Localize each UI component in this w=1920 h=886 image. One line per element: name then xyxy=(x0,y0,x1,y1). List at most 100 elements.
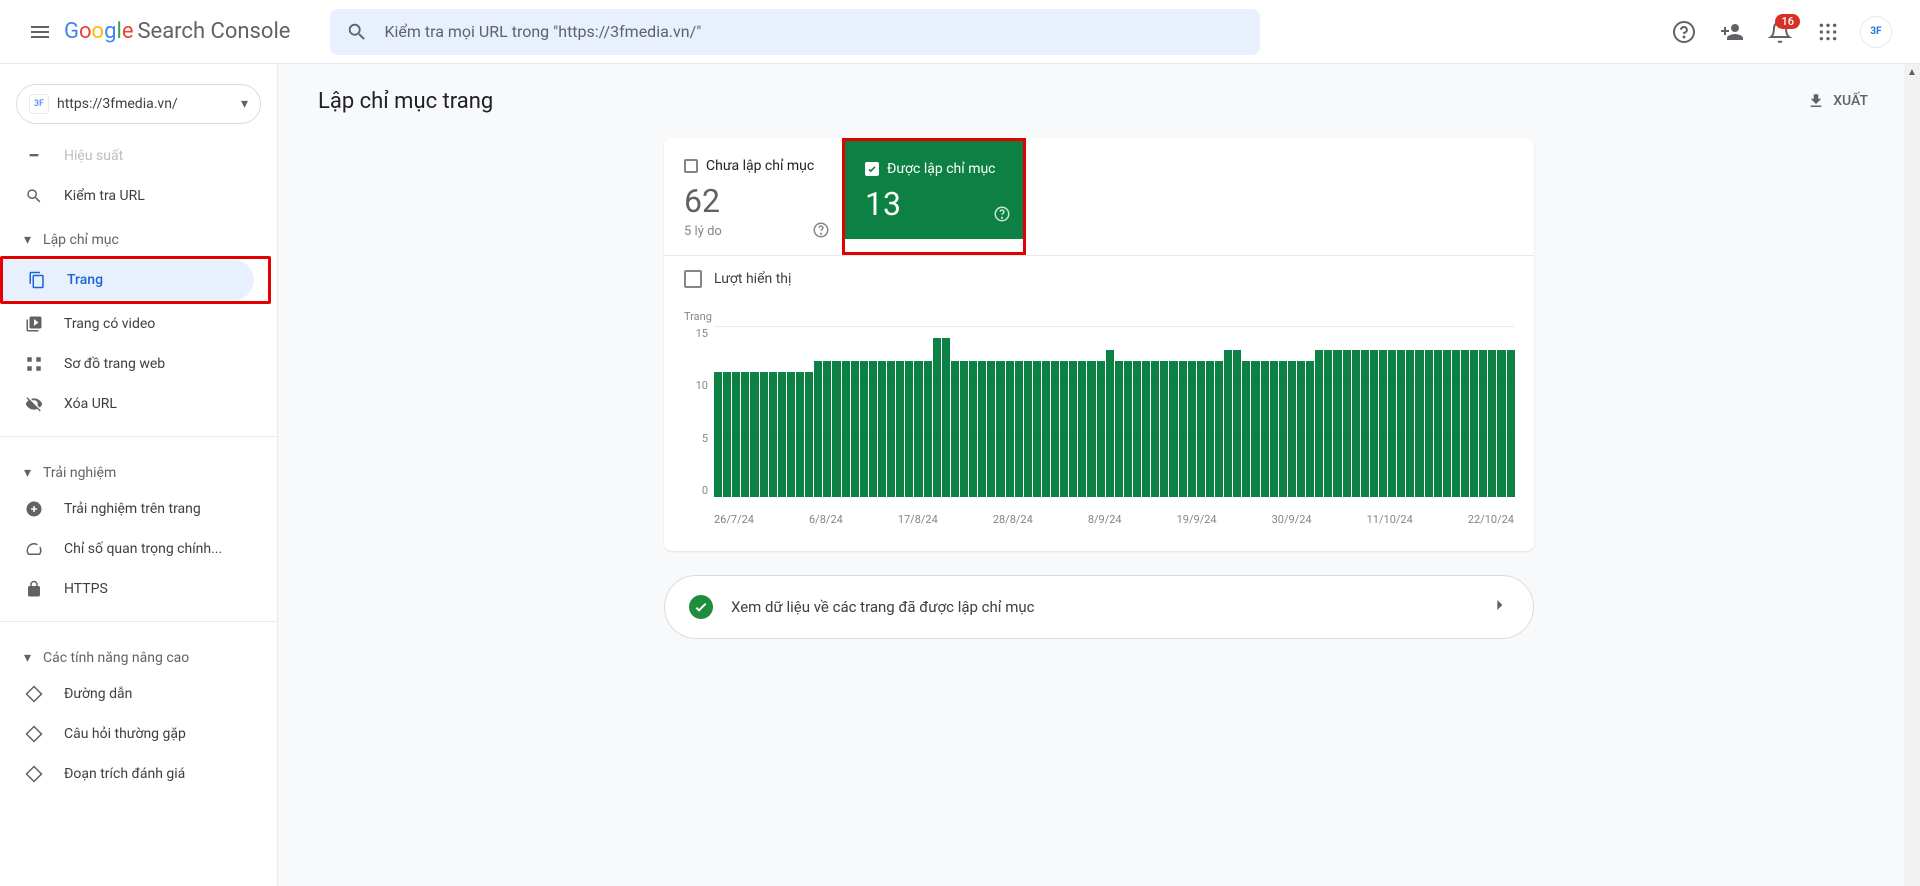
chart-bar[interactable] xyxy=(1024,361,1032,497)
chart-bar[interactable] xyxy=(1251,361,1259,497)
chart-bar[interactable] xyxy=(996,361,1004,497)
property-selector[interactable]: 3F https://3fmedia.vn/ ▾ xyxy=(16,84,261,124)
sidebar-item-performance[interactable]: ━ Hiệu suất xyxy=(0,136,269,176)
chart-bar[interactable] xyxy=(1206,361,1214,497)
chart-bar[interactable] xyxy=(1425,350,1433,497)
sidebar-item-sitemaps[interactable]: Sơ đồ trang web xyxy=(0,344,269,384)
sidebar-section-indexing[interactable]: ▾ Lập chỉ mục xyxy=(0,216,277,256)
product-logo[interactable]: Google Search Console xyxy=(64,19,290,44)
chart-bar[interactable] xyxy=(1406,350,1414,497)
chart-bar[interactable] xyxy=(714,372,722,497)
chart-bar[interactable] xyxy=(978,361,986,497)
chart-bar[interactable] xyxy=(1270,361,1278,497)
chart-bar[interactable] xyxy=(1051,361,1059,497)
chart-bar[interactable] xyxy=(1087,361,1095,497)
chart-bar[interactable] xyxy=(1434,350,1442,497)
scrollbar[interactable]: ▲ xyxy=(1904,64,1920,886)
chart-bar[interactable] xyxy=(1069,361,1077,497)
chart-bar[interactable] xyxy=(1133,361,1141,497)
chart-bar[interactable] xyxy=(1443,350,1451,497)
summary-not-indexed[interactable]: Chưa lập chỉ mục 62 5 lý do xyxy=(664,138,842,255)
chart-bar[interactable] xyxy=(1160,361,1168,497)
chart-bar[interactable] xyxy=(1224,350,1232,497)
chart-bar[interactable] xyxy=(1497,350,1505,497)
chart-bar[interactable] xyxy=(951,361,959,497)
sidebar-item-breadcrumbs[interactable]: Đường dẫn xyxy=(0,674,269,714)
chart-bar[interactable] xyxy=(1388,350,1396,497)
chart-bar[interactable] xyxy=(1060,361,1068,497)
menu-button[interactable] xyxy=(16,8,64,56)
url-inspect-search[interactable]: Kiểm tra mọi URL trong "https://3fmedia.… xyxy=(330,9,1260,55)
chart-bar[interactable] xyxy=(1379,350,1387,497)
chart-bar[interactable] xyxy=(1415,350,1423,497)
chart-bar[interactable] xyxy=(732,372,740,497)
account-button[interactable]: 3F xyxy=(1856,12,1896,52)
chart-bar[interactable] xyxy=(814,361,822,497)
chart-bar[interactable] xyxy=(1106,350,1114,497)
chart-bar[interactable] xyxy=(760,372,768,497)
chart-bar[interactable] xyxy=(1142,361,1150,497)
chart-bar[interactable] xyxy=(1124,361,1132,497)
chart-bar[interactable] xyxy=(1151,361,1159,497)
chart-bar[interactable] xyxy=(1352,350,1360,497)
chart-bar[interactable] xyxy=(778,372,786,497)
impressions-toggle[interactable]: Lượt hiển thị xyxy=(664,255,1534,302)
view-indexed-data-link[interactable]: Xem dữ liệu về các trang đã được lập chỉ… xyxy=(664,575,1534,639)
chart-bar[interactable] xyxy=(887,361,895,497)
chart-bar[interactable] xyxy=(769,372,777,497)
chart-bar[interactable] xyxy=(796,372,804,497)
chart-bar[interactable] xyxy=(896,361,904,497)
chart-bar[interactable] xyxy=(942,338,950,497)
chart-bar[interactable] xyxy=(723,372,731,497)
summary-indexed[interactable]: Được lập chỉ mục 13 xyxy=(845,141,1023,239)
chart-bar[interactable] xyxy=(741,372,749,497)
sidebar-item-removals[interactable]: Xóa URL xyxy=(0,384,269,424)
chart-bar[interactable] xyxy=(1033,361,1041,497)
sidebar-item-core-web-vitals[interactable]: Chỉ số quan trọng chính... xyxy=(0,529,269,569)
chart-bar[interactable] xyxy=(1507,350,1515,497)
sidebar-item-https[interactable]: HTTPS xyxy=(0,569,269,609)
help-button[interactable] xyxy=(1664,12,1704,52)
chart-bar[interactable] xyxy=(805,372,813,497)
chart-bar[interactable] xyxy=(823,361,831,497)
chart-bar[interactable] xyxy=(1288,361,1296,497)
chart-bar[interactable] xyxy=(842,361,850,497)
chart-bar[interactable] xyxy=(1242,361,1250,497)
chart-bar[interactable] xyxy=(1479,350,1487,497)
sidebar-item-url-inspection[interactable]: Kiểm tra URL xyxy=(0,176,269,216)
help-icon[interactable] xyxy=(993,205,1011,227)
chart-bar[interactable] xyxy=(1006,361,1014,497)
chart-bar[interactable] xyxy=(924,361,932,497)
chart-bar[interactable] xyxy=(878,361,886,497)
sidebar-section-experience[interactable]: ▾ Trải nghiệm xyxy=(0,449,277,489)
sidebar-section-enhancements[interactable]: ▾ Các tính năng nâng cao xyxy=(0,634,277,674)
chart-bar[interactable] xyxy=(914,361,922,497)
sidebar-item-page-experience[interactable]: Trải nghiệm trên trang xyxy=(0,489,269,529)
chart-bar[interactable] xyxy=(1488,350,1496,497)
chart-bar[interactable] xyxy=(1042,361,1050,497)
chart-bar[interactable] xyxy=(1215,361,1223,497)
chart-bar[interactable] xyxy=(1115,361,1123,497)
chart-bar[interactable] xyxy=(1461,350,1469,497)
chart-bar[interactable] xyxy=(1297,361,1305,497)
chart-bar[interactable] xyxy=(969,361,977,497)
chart-bar[interactable] xyxy=(1179,361,1187,497)
chart-bar[interactable] xyxy=(960,361,968,497)
chart-bar[interactable] xyxy=(1188,361,1196,497)
notifications-button[interactable]: 16 xyxy=(1760,12,1800,52)
chart-bar[interactable] xyxy=(832,361,840,497)
sidebar-item-faq[interactable]: Câu hỏi thường gặp xyxy=(0,714,269,754)
export-button[interactable]: XUẤT xyxy=(1795,84,1880,118)
chart-bar[interactable] xyxy=(860,361,868,497)
chart-bar[interactable] xyxy=(1324,350,1332,497)
chart-bar[interactable] xyxy=(1306,361,1314,497)
chart-bar[interactable] xyxy=(1015,361,1023,497)
chart-bar[interactable] xyxy=(1233,350,1241,497)
chart-bar[interactable] xyxy=(1452,350,1460,497)
chart-bar[interactable] xyxy=(1078,361,1086,497)
chart-bar[interactable] xyxy=(1343,350,1351,497)
chart-bar[interactable] xyxy=(1261,361,1269,497)
chart-bar[interactable] xyxy=(1197,361,1205,497)
chart-bar[interactable] xyxy=(1470,350,1478,497)
chart-bar[interactable] xyxy=(1279,361,1287,497)
